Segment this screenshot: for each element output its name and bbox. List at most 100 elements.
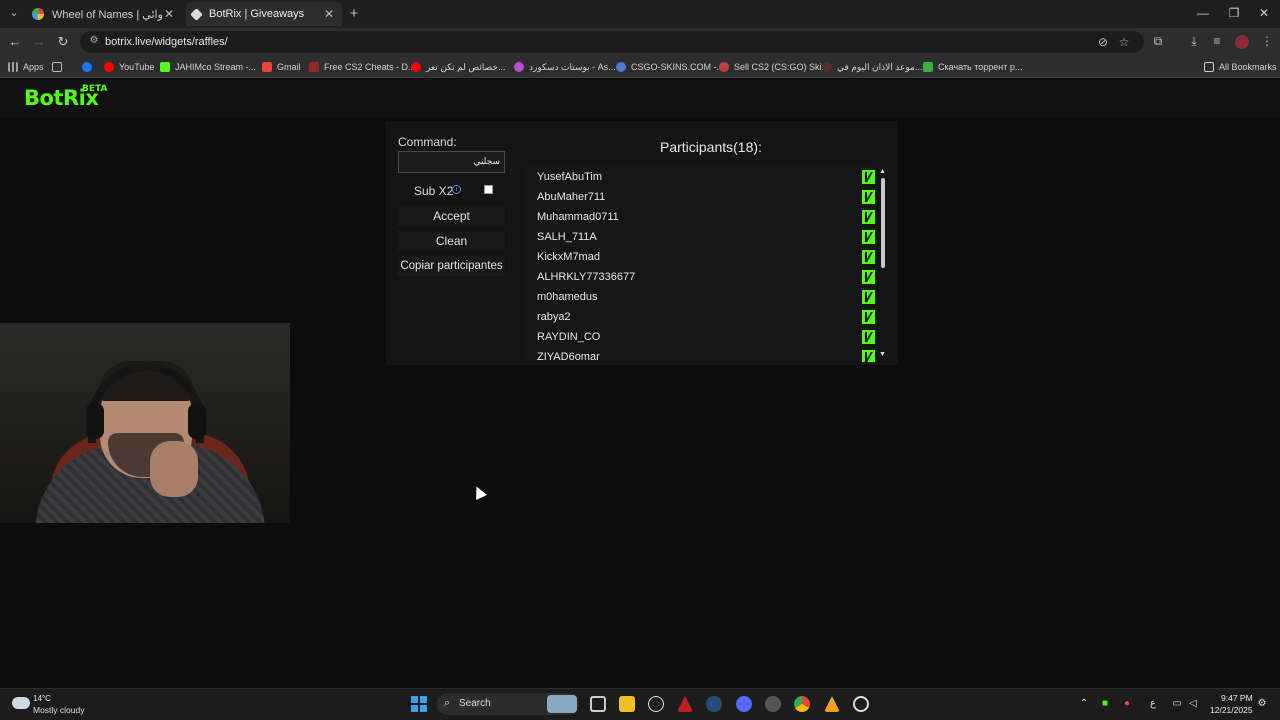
app-icon[interactable] <box>765 696 781 712</box>
windows-start-icon[interactable] <box>411 696 427 712</box>
clock-time[interactable]: 9:47 PM <box>1221 693 1253 703</box>
restore-icon[interactable]: ❐ <box>1224 6 1244 20</box>
bookmark-discord-posts[interactable]: بوستات دسكورد - As... <box>514 60 616 74</box>
search-icon: ⌕ <box>444 697 451 709</box>
kick-icon <box>862 250 875 264</box>
close-tab-icon[interactable]: ✕ <box>322 7 336 21</box>
scrollbar-thumb[interactable] <box>881 178 885 268</box>
scroll-down-icon[interactable]: ▼ <box>879 351 886 358</box>
clean-button[interactable]: Clean <box>398 231 505 251</box>
bookmark-jahimco[interactable]: JAHIMco Stream -... <box>160 60 256 74</box>
sub-x2-checkbox[interactable] <box>484 185 493 194</box>
headset-earcup-right <box>188 403 206 439</box>
headset-earcup-left <box>86 403 104 439</box>
kick-icon <box>862 190 875 204</box>
copy-participants-button[interactable]: Copiar participantes <box>398 256 505 276</box>
downloads-icon[interactable]: ⤓ <box>1186 34 1202 49</box>
site-info-icon[interactable]: ⚙ <box>88 35 100 47</box>
list-item: rabya2 <box>537 307 875 327</box>
minimize-icon[interactable]: — <box>1193 6 1213 20</box>
volume-icon[interactable]: ◁ <box>1186 698 1200 709</box>
bookmark-free-cs2[interactable]: Free CS2 Cheats - D... <box>309 60 416 74</box>
address-bar[interactable] <box>80 31 1144 53</box>
forward-icon[interactable]: → <box>31 34 47 50</box>
youtube-icon <box>104 62 114 72</box>
url-text[interactable]: botrix.live/widgets/raffles/ <box>105 36 228 48</box>
site-icon <box>309 62 319 72</box>
webcam-overlay <box>0 323 290 523</box>
reading-list-icon[interactable]: ≡ <box>1209 34 1225 48</box>
list-item: SALH_711A <box>537 227 875 247</box>
weather-description[interactable]: Mostly cloudy <box>33 705 85 715</box>
input-language[interactable]: ع <box>1146 698 1160 709</box>
participant-name: SALH_711A <box>537 231 597 243</box>
tray-overflow-icon[interactable]: ⌃ <box>1077 698 1091 709</box>
clock-date[interactable]: 12/21/2025 <box>1210 705 1253 715</box>
weather-cloud-icon[interactable] <box>12 697 30 709</box>
site-icon <box>719 62 729 72</box>
profile-avatar[interactable] <box>1235 35 1249 49</box>
app-g-icon[interactable] <box>648 696 664 712</box>
kick-icon <box>862 310 875 324</box>
all-bookmarks[interactable]: All Bookmarks <box>1204 60 1277 74</box>
tracking-protection-icon[interactable]: ⊘ <box>1096 35 1110 49</box>
bookmark-youtube-arabic[interactable]: خصائص لم تكن تعر... <box>411 60 506 74</box>
tray-kick-icon[interactable]: ■ <box>1098 698 1112 709</box>
apps-grid-icon <box>8 62 18 72</box>
file-explorer-icon[interactable] <box>619 696 635 712</box>
command-input[interactable] <box>398 151 505 173</box>
sub-x2-label: Sub X2 <box>414 184 454 198</box>
kick-icon <box>862 330 875 344</box>
bookmark-facebook[interactable] <box>82 60 97 74</box>
menu-icon[interactable]: ⋮ <box>1259 34 1275 48</box>
tab-title: Wheel of Names | اسم العشوائي <box>52 8 162 21</box>
chrome-icon[interactable] <box>794 696 810 712</box>
participant-name: ZIYAD6omar <box>537 351 600 362</box>
tab-wheel-of-names[interactable]: Wheel of Names | اسم العشوائي ✕ <box>26 2 182 26</box>
participants-list[interactable]: YusefAbuTim AbuMaher711 Muhammad0711 SAL… <box>523 166 877 362</box>
kick-icon <box>862 350 875 362</box>
new-tab-icon[interactable]: + <box>346 5 362 22</box>
list-item: Muhammad0711 <box>537 207 875 227</box>
back-icon[interactable]: ← <box>7 34 23 50</box>
close-tab-icon[interactable]: ✕ <box>162 7 176 21</box>
participant-name: m0hamedus <box>537 291 598 303</box>
taskbar-search-label[interactable]: Search <box>459 698 491 709</box>
kick-icon <box>862 170 875 184</box>
weather-temperature[interactable]: 14°C <box>33 694 51 703</box>
microphone-icon[interactable]: ● <box>1120 698 1134 709</box>
bookmark-gmail[interactable]: Gmail <box>262 60 301 74</box>
close-window-icon[interactable]: ✕ <box>1254 6 1274 20</box>
discord-icon[interactable] <box>736 696 752 712</box>
extensions-icon[interactable]: ⧉ <box>1150 34 1166 49</box>
bookmark-sell-cs2[interactable]: Sell CS2 (CS:GO) Ski... <box>719 60 829 74</box>
list-item: AbuMaher711 <box>537 187 875 207</box>
bookmark-youtube[interactable]: YouTube <box>104 60 154 74</box>
participant-name: YusefAbuTim <box>537 171 603 183</box>
tab-search-icon[interactable]: ⌄ <box>6 5 22 21</box>
search-highlight-image <box>547 695 577 713</box>
wheel-favicon-icon <box>32 8 44 20</box>
scroll-up-icon[interactable]: ▲ <box>879 168 886 175</box>
reload-icon[interactable]: ↻ <box>55 34 71 50</box>
bookmark-csgo-skins[interactable]: CSGO-SKINS.COM -... <box>616 60 724 74</box>
bookmark-star-icon[interactable]: ☆ <box>1117 35 1131 49</box>
info-icon[interactable]: i <box>452 185 461 194</box>
steam-icon[interactable] <box>706 696 722 712</box>
network-icon[interactable]: ▭ <box>1170 698 1184 709</box>
participant-name: AbuMaher711 <box>537 191 606 203</box>
bookmark-torrent[interactable]: Скачать торрент р... <box>923 60 1022 74</box>
site-icon <box>616 62 626 72</box>
bookmark-prayer-times[interactable]: موعد الاذان اليوم في... <box>822 60 922 74</box>
accept-button[interactable]: Accept <box>398 206 505 226</box>
tab-groups-icon[interactable] <box>52 60 67 74</box>
tab-botrix-giveaways[interactable]: BotRix | Giveaways ✕ <box>186 2 342 26</box>
kick-icon <box>862 290 875 304</box>
notification-icon[interactable]: ⚙ <box>1255 698 1269 709</box>
bookmark-apps[interactable]: Apps <box>8 60 44 74</box>
obs-icon[interactable] <box>853 696 869 712</box>
kick-icon <box>862 230 875 244</box>
command-label: Command: <box>398 135 457 149</box>
participant-name: ALHRKLY77336677 <box>537 271 636 283</box>
task-view-icon[interactable] <box>590 696 606 712</box>
